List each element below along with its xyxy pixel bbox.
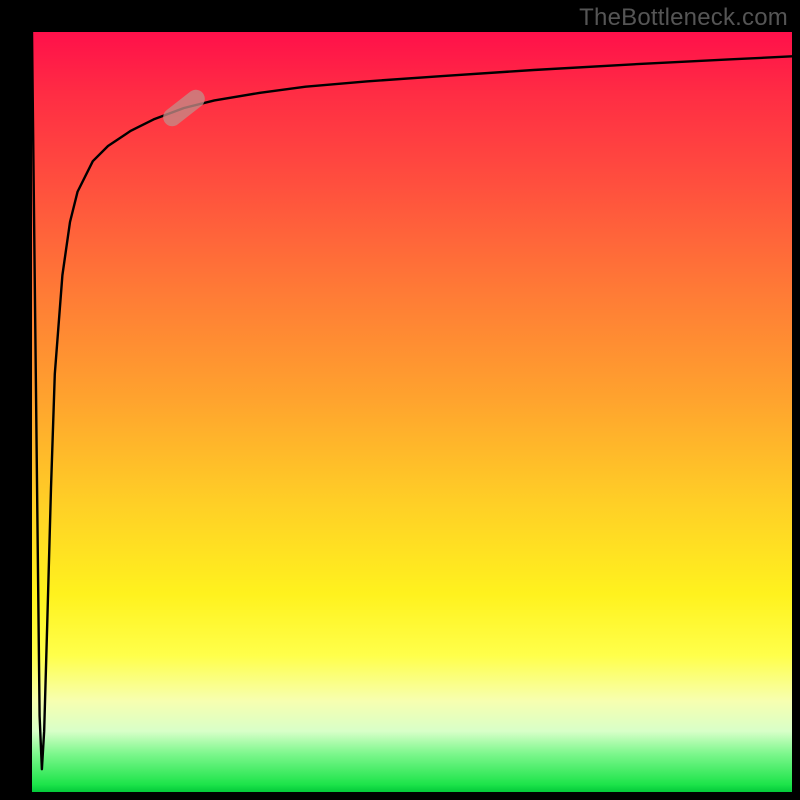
curve-layer [32,32,792,792]
watermark-text: TheBottleneck.com [579,4,788,32]
plot-area [32,32,792,792]
y-axis-blackbar [0,32,32,792]
curve-marker [160,86,209,130]
chart-frame: TheBottleneck.com [0,0,800,800]
x-axis-blackbar [0,792,800,800]
bottleneck-curve [32,32,792,769]
